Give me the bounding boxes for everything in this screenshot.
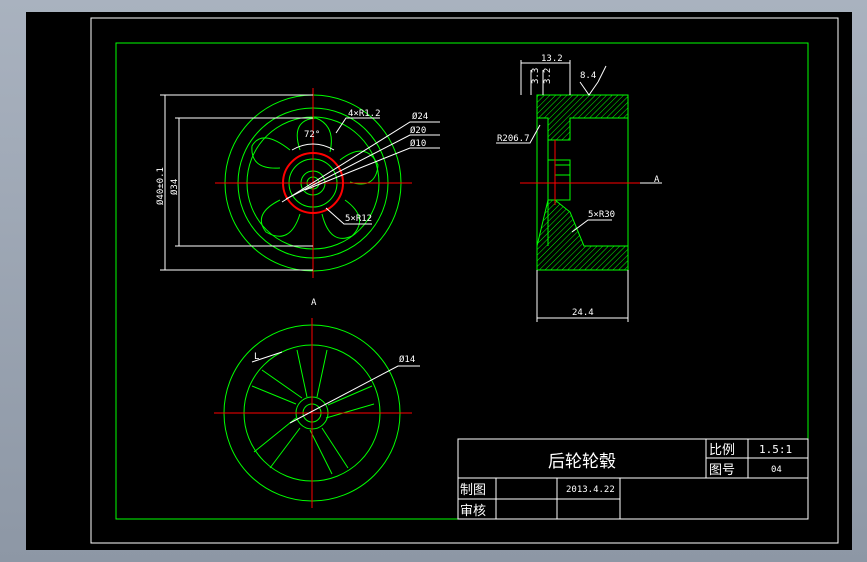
inner-border bbox=[115, 42, 809, 520]
front-view-labels: 4×R1.2 72° Ø24 Ø20 Ø10 5×R12 Ø40±0.1 Ø34 bbox=[155, 109, 428, 224]
title-block bbox=[457, 438, 809, 520]
title-block-frame bbox=[457, 438, 809, 520]
drawing-no-label: 图号 bbox=[709, 463, 735, 478]
rear-view bbox=[214, 318, 420, 508]
spoke-5 bbox=[251, 369, 303, 405]
label-dia-40: Ø40±0.1 bbox=[155, 167, 166, 205]
front-view bbox=[160, 88, 440, 278]
title-block-text: 后轮轮毂 比例 1.5:1 图号 04 制图 2013.4.22 审核 bbox=[460, 443, 792, 519]
spoke-window-2 bbox=[339, 150, 379, 185]
scale-label: 比例 bbox=[709, 443, 735, 458]
label-fillet: 4×R1.2 bbox=[348, 109, 381, 119]
roughness-symbol bbox=[579, 81, 599, 96]
spokes bbox=[251, 349, 375, 475]
label-fillet-section: 5×R30 bbox=[588, 210, 615, 220]
date: 2013.4.22 bbox=[566, 485, 615, 495]
cad-drawing: 4×R1.2 72° Ø24 Ø20 Ø10 5×R12 Ø40±0.1 Ø34 bbox=[90, 17, 839, 544]
part-name: 后轮轮毂 bbox=[548, 452, 616, 472]
label-section-mark: A bbox=[654, 175, 660, 185]
label-width: 24.4 bbox=[572, 308, 594, 318]
label-radius: R206.7 bbox=[497, 134, 530, 144]
label-dia-34: Ø34 bbox=[169, 179, 180, 195]
label-dia-10: Ø10 bbox=[410, 138, 426, 149]
spoke-window-5 bbox=[251, 137, 291, 169]
label-dia-20: Ø20 bbox=[410, 125, 426, 136]
leader-fillet bbox=[335, 117, 380, 134]
leader-dia-14 bbox=[289, 365, 420, 424]
section-view bbox=[496, 60, 662, 322]
scale-value: 1.5:1 bbox=[759, 443, 792, 456]
spoke-3 bbox=[309, 427, 349, 475]
label-angle: 72° bbox=[304, 130, 320, 140]
label-dia-14: Ø14 bbox=[399, 354, 415, 365]
label-spoke: L bbox=[254, 352, 259, 362]
drawing-no-value: 04 bbox=[771, 465, 782, 475]
label-slots: 5×R12 bbox=[345, 214, 372, 224]
hub-section bbox=[547, 159, 571, 201]
label-dia-24: Ø24 bbox=[412, 111, 428, 122]
checked-by-label: 审核 bbox=[460, 504, 486, 519]
drawn-by-label: 制图 bbox=[460, 483, 486, 498]
label-top-width: 13.2 bbox=[541, 54, 563, 64]
label-step-a: 3.3 bbox=[531, 68, 541, 84]
spoke-4 bbox=[253, 417, 301, 469]
hatch-top bbox=[536, 94, 629, 141]
label-step-b: 3.2 bbox=[543, 68, 553, 84]
label-rear-section-mark: A bbox=[311, 298, 317, 308]
roughness-bar bbox=[597, 65, 607, 83]
label-roughness: 8.4 bbox=[580, 71, 596, 81]
